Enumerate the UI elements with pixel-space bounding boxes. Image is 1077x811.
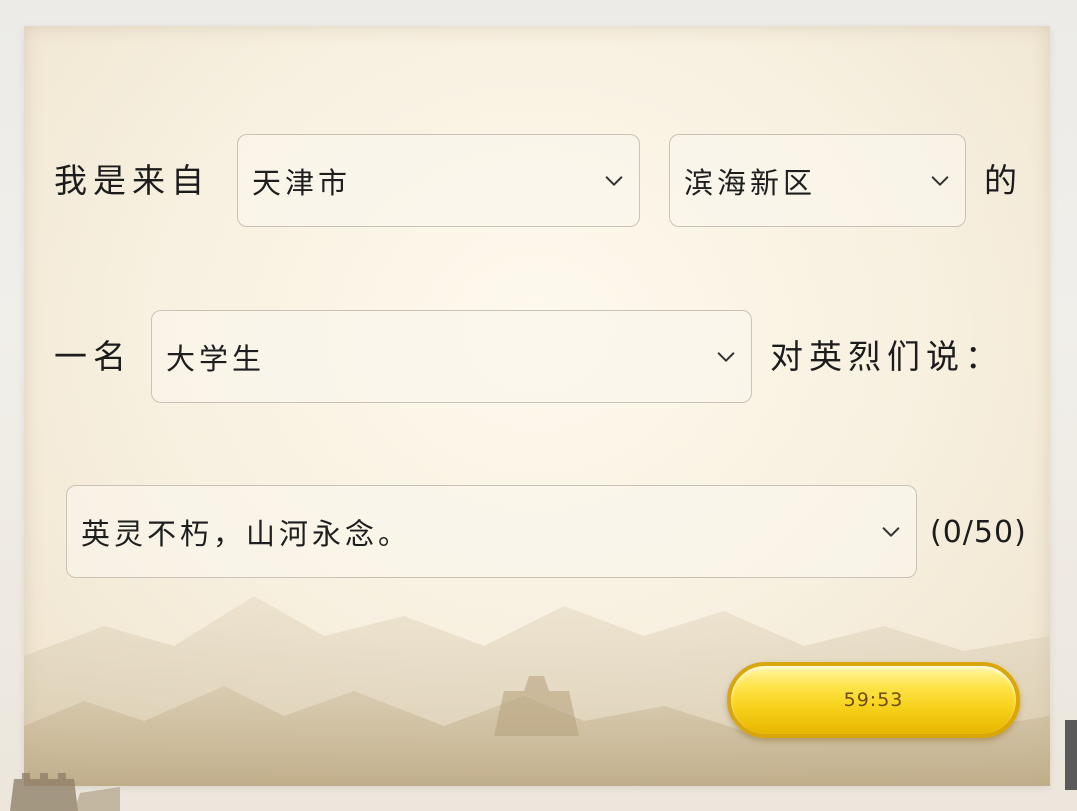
screen: 我是来自 天津市 滨海新区 的 一名 大学生 对英烈们说： 英灵不朽，山河永念。… <box>0 0 1077 811</box>
countdown-submit-button[interactable]: 59:53 <box>727 662 1020 738</box>
from-label: 我是来自 <box>54 161 210 200</box>
district-select-value: 滨海新区 <box>684 165 817 200</box>
chevron-down-icon <box>882 526 900 537</box>
message-select-value: 英灵不朽，山河永念。 <box>81 516 412 551</box>
chevron-down-icon <box>605 175 623 186</box>
say-to-heroes-label: 对英烈们说： <box>770 337 1004 376</box>
edge-shadow <box>1065 720 1077 790</box>
district-select[interactable]: 滨海新区 <box>669 134 966 227</box>
identity-select[interactable]: 大学生 <box>151 310 752 403</box>
one-label: 一名 <box>54 337 132 376</box>
identity-select-value: 大学生 <box>166 341 266 376</box>
character-counter: (0/50) <box>930 515 1027 550</box>
city-select[interactable]: 天津市 <box>237 134 640 227</box>
great-wall-decoration <box>10 773 120 811</box>
message-select[interactable]: 英灵不朽，山河永念。 <box>66 485 917 578</box>
city-select-value: 天津市 <box>252 165 352 200</box>
countdown-timer-text: 59:53 <box>843 689 904 711</box>
of-label: 的 <box>984 161 1023 200</box>
chevron-down-icon <box>931 175 949 186</box>
chevron-down-icon <box>717 351 735 362</box>
